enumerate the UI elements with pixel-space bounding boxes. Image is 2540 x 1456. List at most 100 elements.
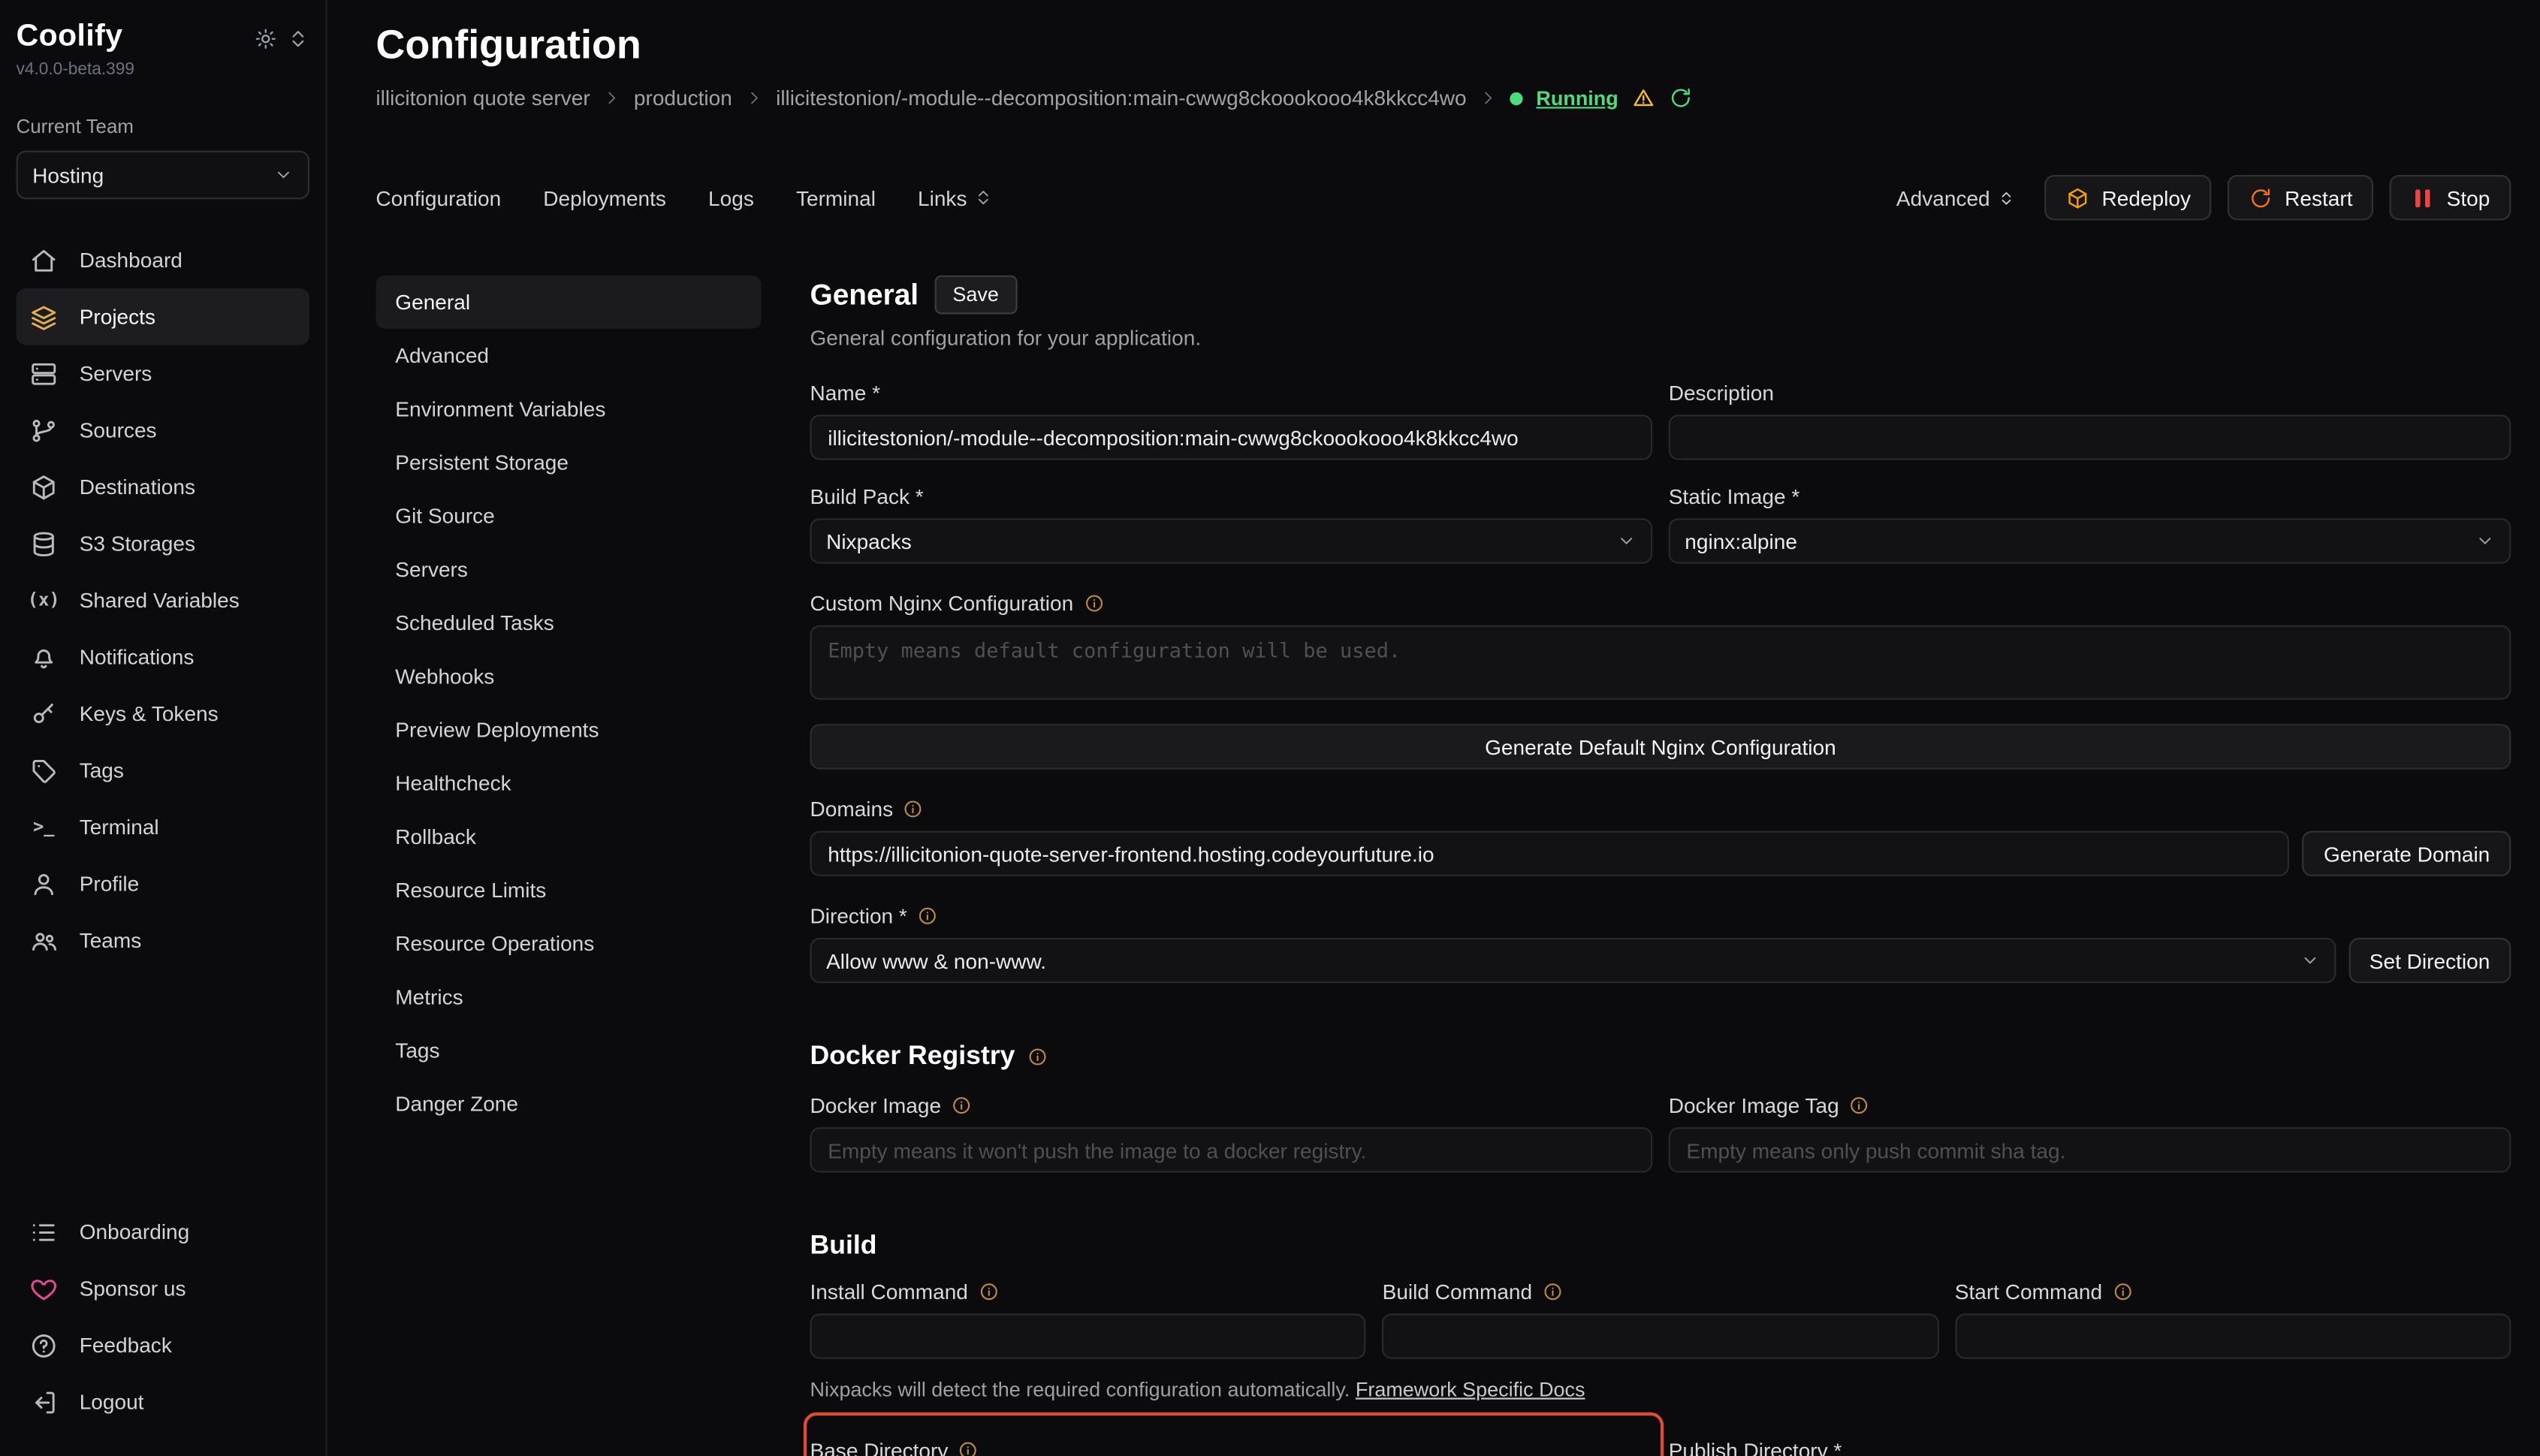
tab-terminal[interactable]: Terminal — [796, 185, 876, 210]
info-icon[interactable] — [1027, 1046, 1048, 1067]
save-button[interactable]: Save — [935, 276, 1017, 315]
settings-nav-item-environment-variables[interactable]: Environment Variables — [376, 382, 761, 436]
settings-nav-item-general[interactable]: General — [376, 276, 761, 329]
settings-nav-item-persistent-storage[interactable]: Persistent Storage — [376, 436, 761, 489]
generate-domain-button[interactable]: Generate Domain — [2303, 831, 2511, 876]
sidebar-item-destinations[interactable]: Destinations — [17, 458, 309, 514]
chevron-right-icon — [603, 89, 621, 107]
sidebar-item-shared-variables[interactable]: (x) Shared Variables — [17, 571, 309, 628]
settings-nav-item-rollback[interactable]: Rollback — [376, 810, 761, 864]
tab-logs[interactable]: Logs — [708, 185, 754, 210]
settings-nav-item-healthcheck[interactable]: Healthcheck — [376, 756, 761, 809]
info-icon[interactable] — [1849, 1094, 1870, 1115]
info-icon[interactable] — [917, 905, 938, 926]
build-pack-select[interactable]: Nixpacks — [810, 518, 1653, 563]
sidebar-item-notifications[interactable]: Notifications — [17, 629, 309, 685]
docker-image-tag-input[interactable] — [1669, 1127, 2511, 1172]
framework-docs-link[interactable]: Framework Specific Docs — [1356, 1379, 1585, 1401]
variables-icon: (x) — [29, 586, 59, 615]
info-icon[interactable] — [951, 1094, 972, 1115]
tab-configuration[interactable]: Configuration — [376, 185, 501, 210]
sidebar-item-sources[interactable]: Sources — [17, 402, 309, 458]
sidebar-footer-item-label: Sponsor us — [80, 1277, 186, 1301]
layers-icon — [29, 302, 59, 331]
settings-nav-item-metrics[interactable]: Metrics — [376, 970, 761, 1023]
sidebar-item-projects[interactable]: Projects — [17, 288, 309, 345]
generate-nginx-button[interactable]: Generate Default Nginx Configuration — [810, 724, 2511, 769]
sidebar-item-profile[interactable]: Profile — [17, 855, 309, 912]
sidebar-item-teams[interactable]: Teams — [17, 912, 309, 968]
settings-nav-item-webhooks[interactable]: Webhooks — [376, 650, 761, 703]
breadcrumb-project[interactable]: illicitonion quote server — [376, 86, 590, 110]
warning-icon[interactable] — [1631, 86, 1655, 110]
sidebar-footer-item-sponsor-us[interactable]: Sponsor us — [17, 1260, 309, 1316]
sidebar-item-s3-storages[interactable]: S3 Storages — [17, 515, 309, 571]
static-image-select[interactable]: nginx:alpine — [1669, 518, 2511, 563]
sidebar-item-label: Profile — [80, 871, 140, 895]
settings-nav-item-label: Rollback — [395, 824, 476, 849]
settings-nav-item-label: Tags — [395, 1038, 439, 1063]
sidebar-item-servers[interactable]: Servers — [17, 345, 309, 401]
redeploy-icon — [2066, 185, 2090, 210]
tab-deployments[interactable]: Deployments — [543, 185, 666, 210]
settings-nav-item-preview-deployments[interactable]: Preview Deployments — [376, 703, 761, 756]
static-image-value: nginx:alpine — [1685, 529, 1797, 553]
sidebar-footer-item-logout[interactable]: Logout — [17, 1373, 309, 1430]
install-command-input[interactable] — [810, 1313, 1367, 1358]
settings-nav-item-tags[interactable]: Tags — [376, 1023, 761, 1077]
start-command-input[interactable] — [1955, 1313, 2511, 1358]
sidebar-footer-item-label: Onboarding — [80, 1219, 190, 1243]
info-icon[interactable] — [903, 797, 924, 818]
theme-selector-icon[interactable] — [287, 28, 309, 50]
sidebar-item-terminal[interactable]: >_ Terminal — [17, 798, 309, 855]
info-icon[interactable] — [978, 1280, 999, 1301]
breadcrumb-environment[interactable]: production — [634, 86, 732, 110]
domains-input[interactable] — [810, 831, 2290, 876]
direction-select[interactable]: Allow www & non-www. — [810, 938, 2336, 983]
docker-image-input[interactable] — [810, 1127, 1653, 1172]
sidebar-footer-item-onboarding[interactable]: Onboarding — [17, 1204, 309, 1260]
tab-label: Terminal — [796, 185, 876, 210]
set-direction-button[interactable]: Set Direction — [2348, 938, 2511, 983]
status-link[interactable]: Running — [1536, 86, 1618, 109]
sidebar-item-label: Shared Variables — [80, 588, 240, 612]
sidebar-footer-item-feedback[interactable]: Feedback — [17, 1317, 309, 1373]
description-label: Description — [1669, 380, 1774, 404]
sidebar-item-label: S3 Storages — [80, 531, 195, 555]
info-icon[interactable] — [1542, 1280, 1563, 1301]
nginx-config-textarea[interactable] — [810, 626, 2511, 700]
restart-button[interactable]: Restart — [2228, 175, 2374, 220]
checklist-icon — [29, 1217, 59, 1246]
status-dot — [1510, 92, 1523, 104]
team-select[interactable]: Hosting — [17, 151, 309, 200]
redeploy-button[interactable]: Redeploy — [2045, 175, 2212, 220]
domains-label: Domains — [810, 796, 894, 820]
name-input[interactable] — [810, 414, 1653, 460]
sidebar-item-dashboard[interactable]: Dashboard — [17, 231, 309, 288]
settings-nav-item-advanced[interactable]: Advanced — [376, 329, 761, 382]
advanced-selector[interactable]: Advanced — [1896, 185, 2016, 210]
refresh-icon[interactable] — [1669, 86, 1693, 110]
build-command-input[interactable] — [1383, 1313, 1939, 1358]
breadcrumb-resource[interactable]: illicitestonion/-module--decomposition:m… — [776, 86, 1467, 110]
theme-sun-icon[interactable] — [255, 28, 277, 50]
description-input[interactable] — [1669, 414, 2511, 460]
sidebar-item-keys-tokens[interactable]: Keys & Tokens — [17, 685, 309, 741]
info-icon[interactable] — [958, 1439, 979, 1456]
settings-nav-item-servers[interactable]: Servers — [376, 543, 761, 596]
stop-button[interactable]: Stop — [2390, 175, 2511, 220]
tab-links[interactable]: Links — [918, 185, 993, 210]
settings-nav-item-scheduled-tasks[interactable]: Scheduled Tasks — [376, 596, 761, 650]
app-logo[interactable]: Coolify — [17, 20, 134, 55]
start-command-label: Start Command — [1955, 1279, 2102, 1303]
settings-nav-item-resource-operations[interactable]: Resource Operations — [376, 917, 761, 970]
sidebar-item-tags[interactable]: Tags — [17, 742, 309, 798]
team-select-value: Hosting — [32, 163, 104, 187]
info-icon[interactable] — [1083, 592, 1104, 613]
info-icon[interactable] — [2112, 1280, 2133, 1301]
settings-nav-item-label: Metrics — [395, 984, 463, 1008]
restart-label: Restart — [2285, 185, 2352, 210]
settings-nav-item-git-source[interactable]: Git Source — [376, 489, 761, 542]
settings-nav-item-danger-zone[interactable]: Danger Zone — [376, 1077, 761, 1130]
settings-nav-item-resource-limits[interactable]: Resource Limits — [376, 864, 761, 917]
